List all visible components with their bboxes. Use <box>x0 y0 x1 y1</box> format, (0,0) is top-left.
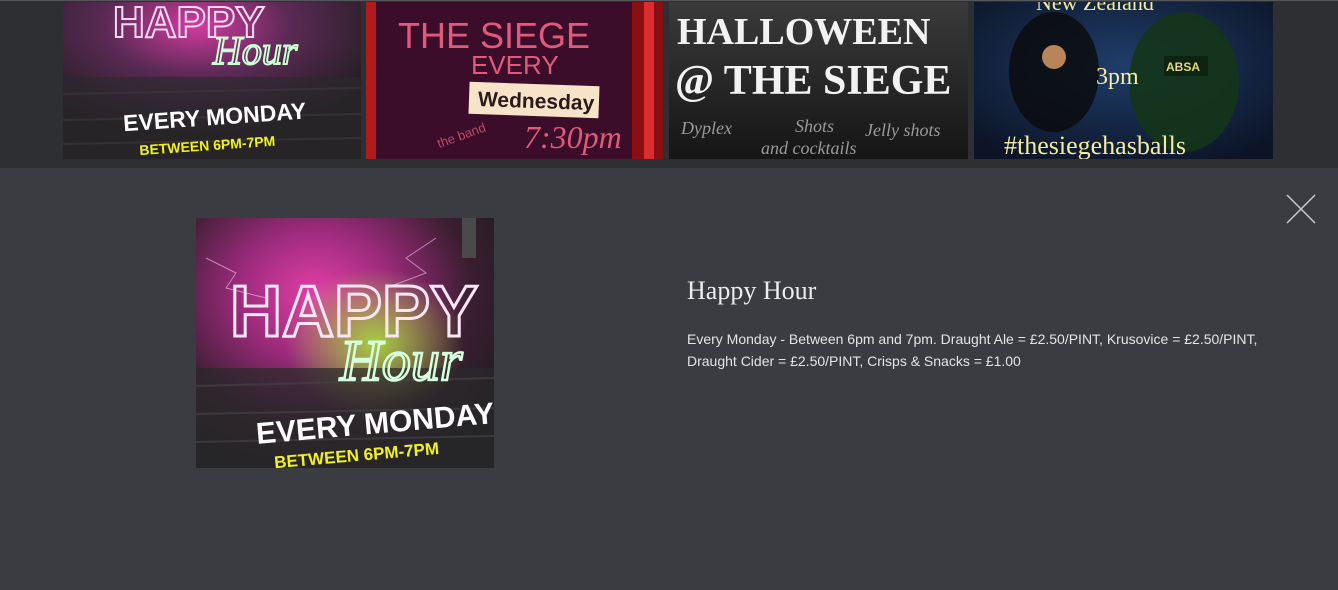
svg-text:7:30pm: 7:30pm <box>524 119 622 155</box>
gallery-tile-rugby[interactable]: ABSA New Zealand 3pm #thesiegehasballs <box>974 2 1273 159</box>
svg-text:EVERY: EVERY <box>471 50 559 80</box>
siege-wednesday-thumbnail: THE SIEGE EVERY Wednesday 7:30pm the ban… <box>366 2 663 159</box>
svg-text:#thesiegehasballs: #thesiegehasballs <box>1004 131 1186 159</box>
gallery-tile-happy-hour[interactable]: HAPPY Hour EVERY MONDAY BETWEEN 6PM-7PM <box>63 2 361 159</box>
happy-hour-poster: HAPPY Hour EVERY MONDAY BETWEEN 6PM-7PM <box>196 218 494 468</box>
svg-text:Shots: Shots <box>795 116 834 136</box>
halloween-thumbnail: HALLOWEEN @ THE SIEGE Dyplex Shots Jelly… <box>669 2 968 159</box>
svg-text:ABSA: ABSA <box>1166 60 1200 74</box>
svg-text:HALLOWEEN: HALLOWEEN <box>677 11 930 53</box>
svg-text:Wednesday: Wednesday <box>478 88 595 115</box>
close-button[interactable] <box>1285 193 1317 225</box>
close-icon <box>1286 194 1316 224</box>
rugby-thumbnail: ABSA New Zealand 3pm #thesiegehasballs <box>974 2 1273 159</box>
svg-text:@ THE SIEGE: @ THE SIEGE <box>675 58 951 104</box>
svg-text:Dyplex: Dyplex <box>680 118 732 138</box>
svg-text:Hour: Hour <box>339 328 463 393</box>
event-description: Every Monday - Between 6pm and 7pm. Drau… <box>687 331 1258 369</box>
event-gallery-strip: HAPPY Hour EVERY MONDAY BETWEEN 6PM-7PM … <box>0 0 1338 168</box>
svg-text:Hour: Hour <box>212 28 298 73</box>
svg-text:3pm: 3pm <box>1096 64 1139 90</box>
svg-text:New Zealand: New Zealand <box>1036 2 1154 15</box>
svg-text:and cocktails: and cocktails <box>761 138 856 158</box>
event-title: Happy Hour <box>687 276 817 305</box>
gallery-tile-siege-wednesday[interactable]: THE SIEGE EVERY Wednesday 7:30pm the ban… <box>366 2 663 159</box>
happy-hour-thumbnail: HAPPY Hour EVERY MONDAY BETWEEN 6PM-7PM <box>63 2 361 159</box>
event-detail-image: HAPPY Hour EVERY MONDAY BETWEEN 6PM-7PM <box>196 218 494 468</box>
svg-text:Jelly shots: Jelly shots <box>865 120 940 140</box>
gallery-tile-halloween[interactable]: HALLOWEEN @ THE SIEGE Dyplex Shots Jelly… <box>669 2 968 159</box>
